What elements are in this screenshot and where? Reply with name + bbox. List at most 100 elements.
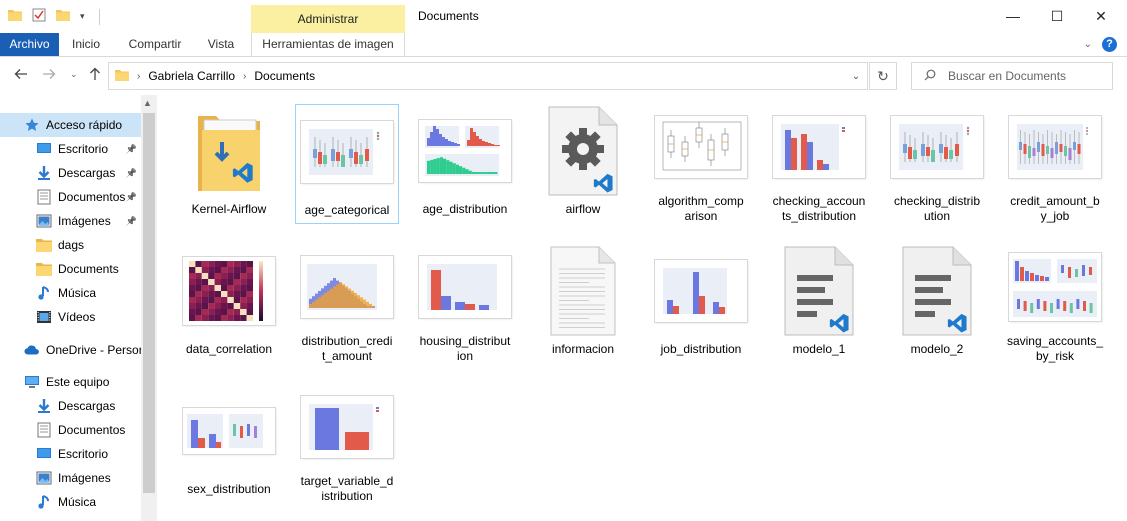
star-icon [24,117,40,133]
music-icon [36,494,52,510]
file-item[interactable]: modelo_2 [885,244,989,364]
file-name: housing_distribut ion [419,334,511,363]
pin-icon: 📌 [125,167,137,178]
address-bar[interactable]: › Gabriela Carrillo › Documents [108,62,868,90]
image-thumbnail [413,244,517,330]
sidebar-item-música[interactable]: Música [0,281,141,305]
file-name: checking_distrib ution [893,194,981,223]
sidebar-item-imágenes[interactable]: Imágenes [0,466,141,490]
file-name: algorithm_comp arison [658,194,744,223]
code-file-icon [767,244,871,338]
cloud-icon [24,342,40,358]
pin-icon: 📌 [125,143,137,154]
sidebar-item-este-equipo[interactable]: Este equipo [0,370,141,394]
file-item[interactable]: saving_accounts_ by_risk [1003,244,1107,364]
image-thumbnail [295,384,399,470]
image-thumbnail [295,105,399,199]
folder-icon[interactable] [8,9,22,24]
folder-icon [115,69,129,84]
breadcrumb-separator[interactable]: › [243,71,246,82]
tab-archivo[interactable]: Archivo [0,33,59,56]
sidebar-item-dags[interactable]: dags [0,233,141,257]
file-item[interactable]: modelo_1 [767,244,871,364]
tab-vista[interactable]: Vista [202,33,240,56]
file-item[interactable]: algorithm_comp arison [649,104,753,224]
help-icon[interactable]: ? [1102,37,1117,52]
customize-toolbar-icon[interactable]: ▾ [80,11,85,22]
navigation-pane: Acceso rápido Escritorio 📌 Descargas 📌 Docume… [0,95,157,521]
video-icon [36,309,52,325]
close-icon: ✕ [1095,7,1107,24]
file-name: sex_distribution [187,482,271,496]
search-placeholder: Buscar en Documents [948,69,1067,83]
file-item[interactable]: credit_amount_b y_job [1003,104,1107,224]
file-item[interactable]: age_categorical [295,104,399,224]
expand-ribbon-icon[interactable]: ⌄ [1084,39,1092,50]
new-folder-icon[interactable] [56,9,70,24]
file-item[interactable]: sex_distribution [177,384,281,504]
sidebar-item-música[interactable]: Música [0,490,141,514]
file-item[interactable]: age_distribution [413,104,517,224]
forward-arrow-icon[interactable] [42,67,56,85]
sidebar-item-documentos[interactable]: Documentos 📌 [0,185,141,209]
sidebar-item-label: Música [58,286,97,300]
file-item[interactable]: data_correlation [177,244,281,364]
minimize-button[interactable]: — [990,0,1036,32]
file-item[interactable]: distribution_credi t_amount [295,244,399,364]
manage-tab[interactable]: Administrar [251,5,405,33]
tab-compartir[interactable]: Compartir [122,33,188,56]
properties-icon[interactable] [32,8,46,25]
sidebar-item-label: Escritorio [58,447,109,461]
breadcrumb-documents[interactable]: Documents [254,69,315,83]
breadcrumb-gabriela-carrillo[interactable]: Gabriela Carrillo [148,69,235,83]
sidebar-item-documentos[interactable]: Documentos [0,418,141,442]
file-name: modelo_2 [910,342,964,356]
file-item[interactable]: airflow [531,104,635,224]
file-item[interactable]: checking_accoun ts_distribution [767,104,871,224]
address-dropdown-icon[interactable]: ⌄ [844,62,868,90]
maximize-button[interactable]: ☐ [1034,0,1080,32]
scroll-up-icon[interactable]: ▲ [143,98,152,108]
maximize-icon: ☐ [1050,7,1064,24]
desktop-icon [36,141,52,157]
sidebar-item-label: Documentos [58,423,126,437]
sidebar-item-documents[interactable]: Documents [0,257,141,281]
file-item[interactable]: informacion [531,244,635,364]
up-arrow-icon[interactable] [88,67,102,85]
sidebar-item-onedrive-persor[interactable]: OneDrive - Persor [0,338,141,362]
file-item[interactable]: housing_distribut ion [413,244,517,364]
file-item[interactable]: job_distribution [649,244,753,364]
sidebar-scroll-thumb[interactable] [143,113,155,493]
sidebar-item-label: Imágenes [58,471,111,485]
folder-icon [177,104,281,198]
file-name: saving_accounts_ by_risk [1006,334,1104,363]
file-item[interactable]: target_variable_d istribution [295,384,399,504]
search-box[interactable]: Buscar en Documents [911,62,1113,90]
sidebar-item-escritorio[interactable]: Escritorio [0,442,141,466]
file-item[interactable]: checking_distrib ution [885,104,989,224]
refresh-button[interactable]: ↻ [869,62,897,90]
image-thumbnail [885,104,989,190]
file-name: checking_accoun ts_distribution [772,194,866,223]
file-name: age_categorical [304,203,390,217]
breadcrumb-separator[interactable]: › [137,71,140,82]
toolbar-separator [98,8,100,25]
sidebar-item-label: dags [58,238,85,252]
close-button[interactable]: ✕ [1078,0,1124,32]
file-item[interactable]: Kernel-Airflow [177,104,281,224]
pin-icon: 📌 [125,215,137,226]
tab-herramientas-imagen[interactable]: Herramientas de imagen [251,33,405,56]
tab-inicio[interactable]: Inicio [66,33,106,56]
back-arrow-icon[interactable] [14,67,28,85]
picture-icon [36,470,52,486]
recent-locations-icon[interactable]: ⌄ [70,69,78,80]
sidebar-item-acceso-rápido[interactable]: Acceso rápido [0,113,141,137]
image-thumbnail [767,104,871,190]
sidebar-item-escritorio[interactable]: Escritorio 📌 [0,137,141,161]
sidebar-item-imágenes[interactable]: Imágenes 📌 [0,209,141,233]
folder-icon [36,237,52,253]
image-thumbnail [295,244,399,330]
sidebar-item-descargas[interactable]: Descargas [0,394,141,418]
sidebar-item-descargas[interactable]: Descargas 📌 [0,161,141,185]
sidebar-item-vídeos[interactable]: Vídeos [0,305,141,329]
